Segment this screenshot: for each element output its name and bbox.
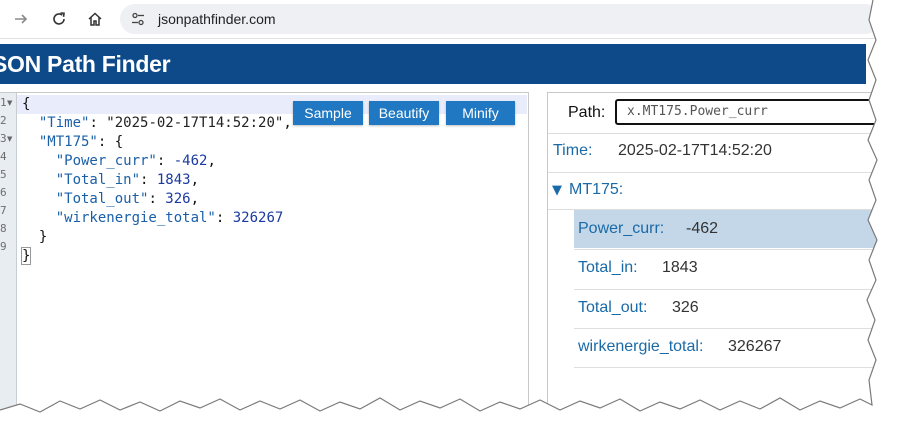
minify-button[interactable]: Minify bbox=[446, 101, 515, 125]
tree-key-wirkenergie-total[interactable]: wirkenergie_total: bbox=[578, 338, 703, 356]
app-title: SON Path Finder bbox=[0, 51, 171, 77]
divider bbox=[548, 133, 878, 134]
address-bar[interactable]: jsonpathfinder.com bbox=[120, 4, 880, 34]
json-value: 1843 bbox=[156, 172, 191, 188]
tune-icon[interactable] bbox=[130, 11, 146, 27]
tree-key-total-out[interactable]: Total_out: bbox=[578, 299, 647, 317]
tree-value-power-curr: -462 bbox=[686, 220, 719, 237]
json-editor[interactable]: 1 2 3 4 5 6 7 8 9 ▼ ▼ { "Time": "2025-02… bbox=[0, 92, 529, 416]
json-key: "Time" bbox=[38, 115, 90, 131]
brace: } bbox=[38, 229, 48, 245]
beautify-button[interactable]: Beautify bbox=[369, 101, 439, 125]
tree-key-mt175[interactable]: MT175: bbox=[569, 181, 623, 199]
line-gutter: 1 2 3 4 5 6 7 8 9 ▼ ▼ bbox=[0, 93, 17, 415]
line-number: 6 bbox=[0, 186, 7, 199]
code-line-7[interactable]: "wirkenergie_total": 326267 bbox=[22, 210, 284, 228]
code-line-2[interactable]: "Time": "2025-02-17T14:52:20", bbox=[22, 115, 292, 133]
brace: { bbox=[22, 96, 31, 112]
code-line-9[interactable]: } bbox=[20, 247, 32, 266]
tree-value-total-in: 1843 bbox=[662, 259, 698, 276]
sample-button[interactable]: Sample bbox=[293, 101, 363, 125]
home-button[interactable] bbox=[84, 8, 106, 30]
divider bbox=[548, 172, 878, 173]
collapse-icon[interactable]: ▼ bbox=[552, 183, 562, 198]
json-value: "2025-02-17T14:52:20" bbox=[106, 115, 284, 131]
divider bbox=[574, 249, 879, 250]
forward-button[interactable] bbox=[10, 8, 32, 30]
path-label: Path: bbox=[568, 104, 606, 121]
json-key: "Power_curr" bbox=[55, 153, 157, 169]
app-header: SON Path Finder bbox=[0, 44, 866, 84]
fold-toggle-icon[interactable]: ▼ bbox=[7, 99, 12, 107]
code-line-8[interactable]: } bbox=[22, 229, 47, 247]
home-icon bbox=[88, 12, 102, 26]
line-number: 8 bbox=[0, 222, 7, 235]
tree-value-total-out: 326 bbox=[672, 299, 699, 316]
reload-button[interactable] bbox=[48, 8, 70, 30]
json-value: -462 bbox=[173, 153, 208, 169]
json-value: 326267 bbox=[232, 210, 284, 226]
json-key: "MT175" bbox=[38, 134, 98, 150]
json-key: "Total_in" bbox=[55, 172, 141, 188]
code-line-6[interactable]: "Total_out": 326, bbox=[22, 191, 199, 209]
browser-toolbar: jsonpathfinder.com bbox=[0, 0, 880, 39]
reload-icon bbox=[53, 12, 65, 25]
code-line-3[interactable]: "MT175": { bbox=[22, 134, 123, 152]
tree-key-power-curr[interactable]: Power_curr: bbox=[578, 220, 664, 238]
divider bbox=[574, 289, 879, 290]
brace: } bbox=[20, 247, 32, 265]
json-punct: : { bbox=[97, 134, 124, 150]
divider bbox=[574, 367, 879, 368]
json-key: "wirkenergie_total" bbox=[55, 210, 216, 226]
line-number: 9 bbox=[0, 240, 7, 253]
line-number: 5 bbox=[0, 168, 7, 181]
url-text: jsonpathfinder.com bbox=[158, 11, 276, 27]
line-number: 4 bbox=[0, 150, 7, 163]
line-number: 2 bbox=[0, 114, 7, 127]
arrow-right-icon bbox=[15, 14, 28, 24]
tree-value-wirkenergie-total: 326267 bbox=[728, 338, 782, 355]
code-line-1[interactable]: { bbox=[22, 96, 30, 114]
tree-value-time: 2025-02-17T14:52:20 bbox=[618, 142, 772, 159]
divider bbox=[574, 328, 879, 329]
fold-toggle-icon[interactable]: ▼ bbox=[7, 135, 12, 143]
path-input[interactable]: x.MT175.Power_curr bbox=[615, 99, 885, 125]
json-value: 326 bbox=[165, 191, 191, 207]
tree-panel: Path: x.MT175.Power_curr Time: 2025-02-1… bbox=[547, 92, 885, 416]
tree-key-time[interactable]: Time: bbox=[553, 142, 592, 160]
tree-key-total-in[interactable]: Total_in: bbox=[578, 259, 638, 277]
line-number: 7 bbox=[0, 204, 7, 217]
code-line-4[interactable]: "Power_curr": -462, bbox=[22, 153, 216, 171]
code-line-5[interactable]: "Total_in": 1843, bbox=[22, 172, 199, 190]
json-key: "Total_out" bbox=[55, 191, 149, 207]
